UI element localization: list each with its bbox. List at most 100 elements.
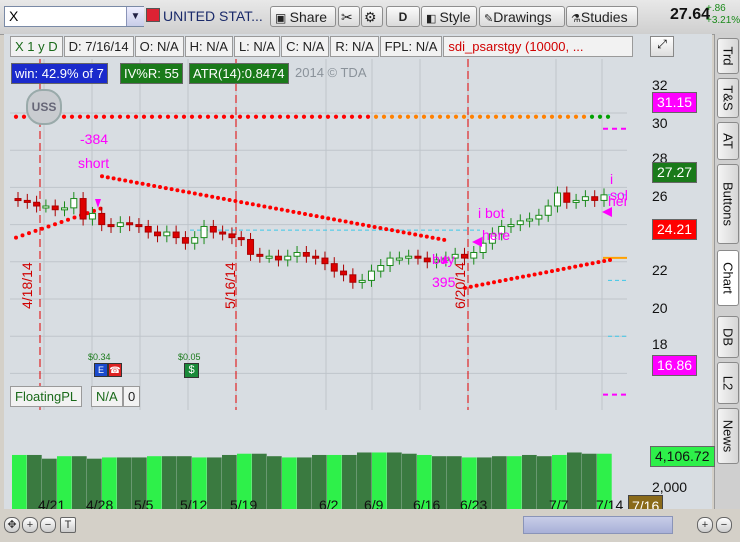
- candle-body: [600, 194, 608, 201]
- candle-body: [23, 199, 31, 203]
- psar-dot: [486, 281, 491, 286]
- candle-body: [526, 218, 534, 222]
- phone-icon[interactable]: ☎: [108, 363, 122, 377]
- psar-dot: [453, 114, 459, 119]
- zoom-out-icon[interactable]: −: [40, 517, 56, 533]
- candle-body: [219, 231, 227, 235]
- psar-dot: [361, 222, 365, 227]
- tab-db[interactable]: DB: [717, 316, 739, 358]
- psar-dot: [515, 275, 520, 280]
- tda-watermark: 2014 © TDA: [295, 65, 367, 80]
- candle-body: [172, 231, 180, 239]
- net-change-pct: +3.21%: [706, 15, 740, 26]
- tab-label: L2: [720, 375, 736, 391]
- psar-dot: [61, 114, 67, 119]
- tab-trd[interactable]: Trd: [717, 38, 739, 74]
- dividend-icon[interactable]: $: [184, 363, 199, 378]
- psar-dot: [59, 219, 64, 224]
- style-button[interactable]: ◧ Style: [421, 6, 477, 27]
- candle-body: [591, 196, 599, 201]
- floating-pl-badge: 4,106.72: [650, 446, 715, 467]
- psar-dot: [261, 114, 267, 119]
- candle-body: [126, 222, 134, 226]
- psar-dot: [192, 191, 197, 196]
- psar-dot: [205, 114, 211, 119]
- psar-dot: [497, 279, 502, 284]
- psar-dot: [140, 181, 145, 186]
- aggregation-period[interactable]: X 1 y D: [10, 36, 63, 57]
- tab-buttons[interactable]: Buttons: [717, 164, 739, 244]
- strategy-label[interactable]: sdi_psarstgy (10000, ...: [443, 36, 634, 57]
- psar-dot: [221, 196, 226, 201]
- psar-dot: [378, 226, 383, 231]
- tab-news[interactable]: News: [717, 408, 739, 464]
- symbol-dropdown-icon[interactable]: ▼: [126, 7, 144, 26]
- tab-label: News: [720, 419, 736, 453]
- candle-body: [135, 224, 143, 228]
- symbol-value: X: [9, 8, 19, 24]
- psar-dot: [269, 114, 275, 119]
- price-tick: 20: [652, 300, 668, 316]
- psar-dot: [477, 114, 483, 119]
- expand-icon[interactable]: ⤢: [650, 36, 674, 57]
- psar-dot: [501, 114, 507, 119]
- candle-body: [116, 222, 124, 227]
- psar-dot: [93, 114, 99, 119]
- tab-label: AT: [720, 133, 736, 149]
- price-plot[interactable]: win: 42.9% of 7 IV%R: 55 ATR(14):0.8474 …: [10, 59, 636, 410]
- psar-dot: [109, 114, 115, 119]
- psar-dot: [401, 230, 406, 235]
- candle-body: [312, 255, 320, 259]
- psar-dot: [509, 114, 515, 119]
- psar-dot: [314, 214, 319, 219]
- bottom-controls: ✥ + − T + −: [0, 509, 740, 542]
- candle-body: [423, 257, 431, 263]
- psar-dot: [285, 114, 291, 119]
- psar-dot: [355, 221, 360, 226]
- psar-dot: [297, 210, 302, 215]
- text-tool-icon[interactable]: T: [60, 517, 76, 533]
- candle-body: [256, 253, 264, 257]
- zoom-in-icon[interactable]: +: [22, 517, 38, 533]
- floating-pl-label[interactable]: FloatingPL: [10, 386, 83, 407]
- studies-button[interactable]: ⚗Studies: [566, 6, 638, 27]
- psar-dot: [579, 263, 583, 268]
- psar-dot: [589, 114, 595, 119]
- psar-dot: [320, 215, 325, 220]
- drawing-mode-button[interactable]: D: [386, 6, 420, 27]
- candle-body: [330, 263, 338, 272]
- candle-body: [144, 225, 152, 233]
- drawings-button[interactable]: ✎Drawings: [479, 6, 565, 27]
- tab-l2[interactable]: L2: [717, 362, 739, 404]
- i-bot-here-label: here: [482, 227, 511, 243]
- psar-dot: [538, 271, 543, 276]
- tab-label: Buttons: [720, 181, 736, 227]
- bar-high: H: N/A: [184, 36, 233, 57]
- psar-dot: [125, 114, 131, 119]
- symbol-input[interactable]: X: [4, 6, 144, 27]
- candle-body: [386, 257, 394, 267]
- floating-pl-zero: 0: [123, 386, 141, 407]
- price-tick: 30: [652, 115, 668, 131]
- sell-value: -384: [80, 131, 109, 147]
- candle-body: [377, 265, 385, 272]
- wrench-button[interactable]: ⚙: [361, 6, 383, 27]
- dividend-label-1: $0.34: [88, 352, 111, 362]
- psar-dot: [349, 114, 355, 119]
- psar-dot: [253, 114, 259, 119]
- pan-icon[interactable]: ✥: [4, 517, 20, 533]
- scissors-button[interactable]: ✂: [338, 6, 360, 27]
- psar-dot: [605, 114, 611, 119]
- psar-dot: [301, 114, 307, 119]
- earnings-icon[interactable]: E: [94, 363, 108, 377]
- share-button[interactable]: ▣ Share: [270, 6, 336, 27]
- company-logo: USS: [26, 89, 62, 125]
- tab-at[interactable]: AT: [717, 122, 739, 160]
- tab-chart[interactable]: Chart: [717, 250, 739, 306]
- tab-ts[interactable]: T&S: [717, 78, 739, 118]
- zoom-out-right-icon[interactable]: −: [716, 517, 732, 533]
- zoom-in-right-icon[interactable]: +: [697, 517, 713, 533]
- psar-dot: [250, 202, 255, 207]
- psar-dot: [123, 178, 128, 183]
- time-scrollbar[interactable]: [523, 516, 673, 534]
